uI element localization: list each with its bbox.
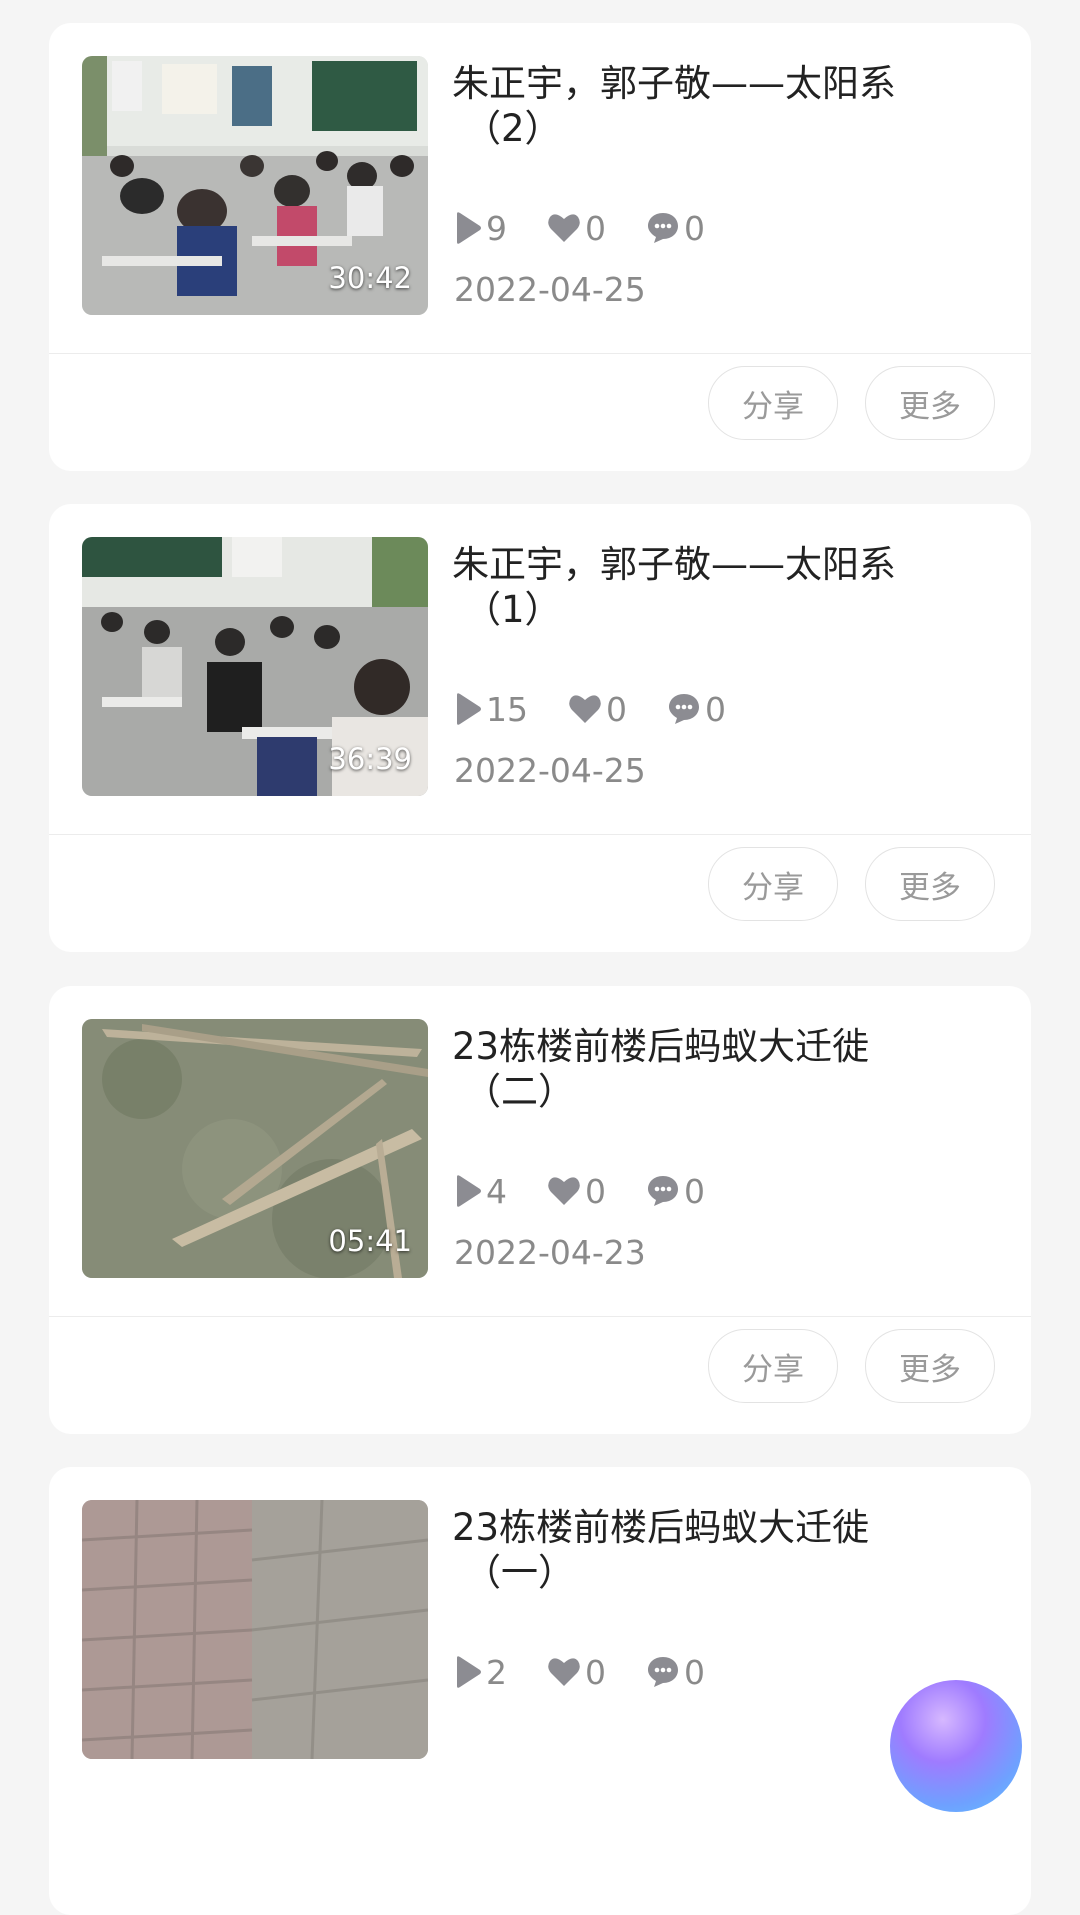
video-title-line2: （二） (464, 1070, 575, 1113)
video-title[interactable]: 23栋楼前楼后蚂蚁大迁徙 （一） (452, 1505, 972, 1595)
share-button[interactable]: 分享 (708, 1329, 838, 1403)
comment-icon (669, 694, 699, 724)
video-duration: 30:42 (328, 261, 412, 295)
play-count: 9 (454, 209, 507, 248)
comment-count[interactable]: 0 (646, 209, 705, 248)
play-icon (457, 1175, 481, 1207)
video-card[interactable]: 30:42 朱正宇，郭子敬——太阳系 （2） 9 0 0 2022-04-25 … (49, 23, 1031, 471)
video-date: 2022-04-23 (454, 1233, 646, 1272)
more-button[interactable]: 更多 (865, 847, 995, 921)
video-stats: 4 0 0 (454, 1171, 745, 1211)
like-count-value: 0 (585, 208, 606, 248)
video-title-line1: 23栋楼前楼后蚂蚁大迁徙 (452, 1025, 870, 1068)
card-divider (49, 834, 1031, 835)
video-date: 2022-04-25 (454, 270, 646, 309)
play-icon (457, 212, 481, 244)
like-count[interactable]: 0 (547, 209, 606, 248)
video-thumbnail[interactable]: 30:42 (82, 56, 428, 315)
share-button[interactable]: 分享 (708, 847, 838, 921)
video-card[interactable]: 23栋楼前楼后蚂蚁大迁徙 （一） 2 0 0 (49, 1467, 1031, 1915)
comment-count[interactable]: 0 (667, 690, 726, 729)
comment-count[interactable]: 0 (646, 1172, 705, 1211)
like-count-value: 0 (585, 1652, 606, 1692)
like-count-value: 0 (606, 689, 627, 729)
comment-count-value: 0 (684, 1652, 705, 1692)
comment-count-value: 0 (684, 1171, 705, 1211)
play-count: 4 (454, 1172, 507, 1211)
like-count[interactable]: 0 (547, 1172, 606, 1211)
video-title-line1: 朱正宇，郭子敬——太阳系 (452, 543, 896, 586)
play-count-value: 2 (486, 1652, 507, 1692)
play-count: 2 (454, 1653, 507, 1692)
video-stats: 2 0 0 (454, 1652, 745, 1692)
play-icon (457, 1656, 481, 1688)
more-button[interactable]: 更多 (865, 366, 995, 440)
heart-icon (548, 1177, 580, 1205)
video-stats: 15 0 0 (454, 689, 766, 729)
play-count: 15 (454, 690, 528, 729)
like-count-value: 0 (585, 1171, 606, 1211)
video-title[interactable]: 23栋楼前楼后蚂蚁大迁徙 （二） (452, 1024, 972, 1114)
heart-icon (548, 1658, 580, 1686)
play-count-value: 15 (486, 689, 528, 729)
play-icon (457, 693, 481, 725)
video-date: 2022-04-25 (454, 751, 646, 790)
comment-count[interactable]: 0 (646, 1653, 705, 1692)
video-title-line2: （1） (464, 588, 562, 631)
video-thumbnail[interactable]: 36:39 (82, 537, 428, 796)
like-count[interactable]: 0 (547, 1653, 606, 1692)
video-thumbnail[interactable] (82, 1500, 428, 1759)
share-button[interactable]: 分享 (708, 366, 838, 440)
card-divider (49, 1316, 1031, 1317)
floating-action-button[interactable] (890, 1680, 1022, 1812)
video-duration: 36:39 (328, 742, 412, 776)
video-card[interactable]: 36:39 朱正宇，郭子敬——太阳系 （1） 15 0 0 2022-04-25… (49, 504, 1031, 952)
video-title-line2: （一） (464, 1551, 575, 1594)
comment-icon (648, 1176, 678, 1206)
more-button[interactable]: 更多 (865, 1329, 995, 1403)
heart-icon (548, 214, 580, 242)
video-title-line2: （2） (464, 107, 562, 150)
heart-icon (569, 695, 601, 723)
video-thumbnail[interactable]: 05:41 (82, 1019, 428, 1278)
video-title[interactable]: 朱正宇，郭子敬——太阳系 （2） (452, 61, 972, 151)
play-count-value: 9 (486, 208, 507, 248)
video-card[interactable]: 05:41 23栋楼前楼后蚂蚁大迁徙 （二） 4 0 0 2022-04-23 … (49, 986, 1031, 1434)
video-duration: 05:41 (328, 1224, 412, 1258)
comment-count-value: 0 (684, 208, 705, 248)
comment-icon (648, 213, 678, 243)
like-count[interactable]: 0 (568, 690, 627, 729)
video-title-line1: 23栋楼前楼后蚂蚁大迁徙 (452, 1506, 870, 1549)
comment-icon (648, 1657, 678, 1687)
video-title-line1: 朱正宇，郭子敬——太阳系 (452, 62, 896, 105)
card-divider (49, 353, 1031, 354)
play-count-value: 4 (486, 1171, 507, 1211)
video-stats: 9 0 0 (454, 208, 745, 248)
video-title[interactable]: 朱正宇，郭子敬——太阳系 （1） (452, 542, 972, 632)
comment-count-value: 0 (705, 689, 726, 729)
